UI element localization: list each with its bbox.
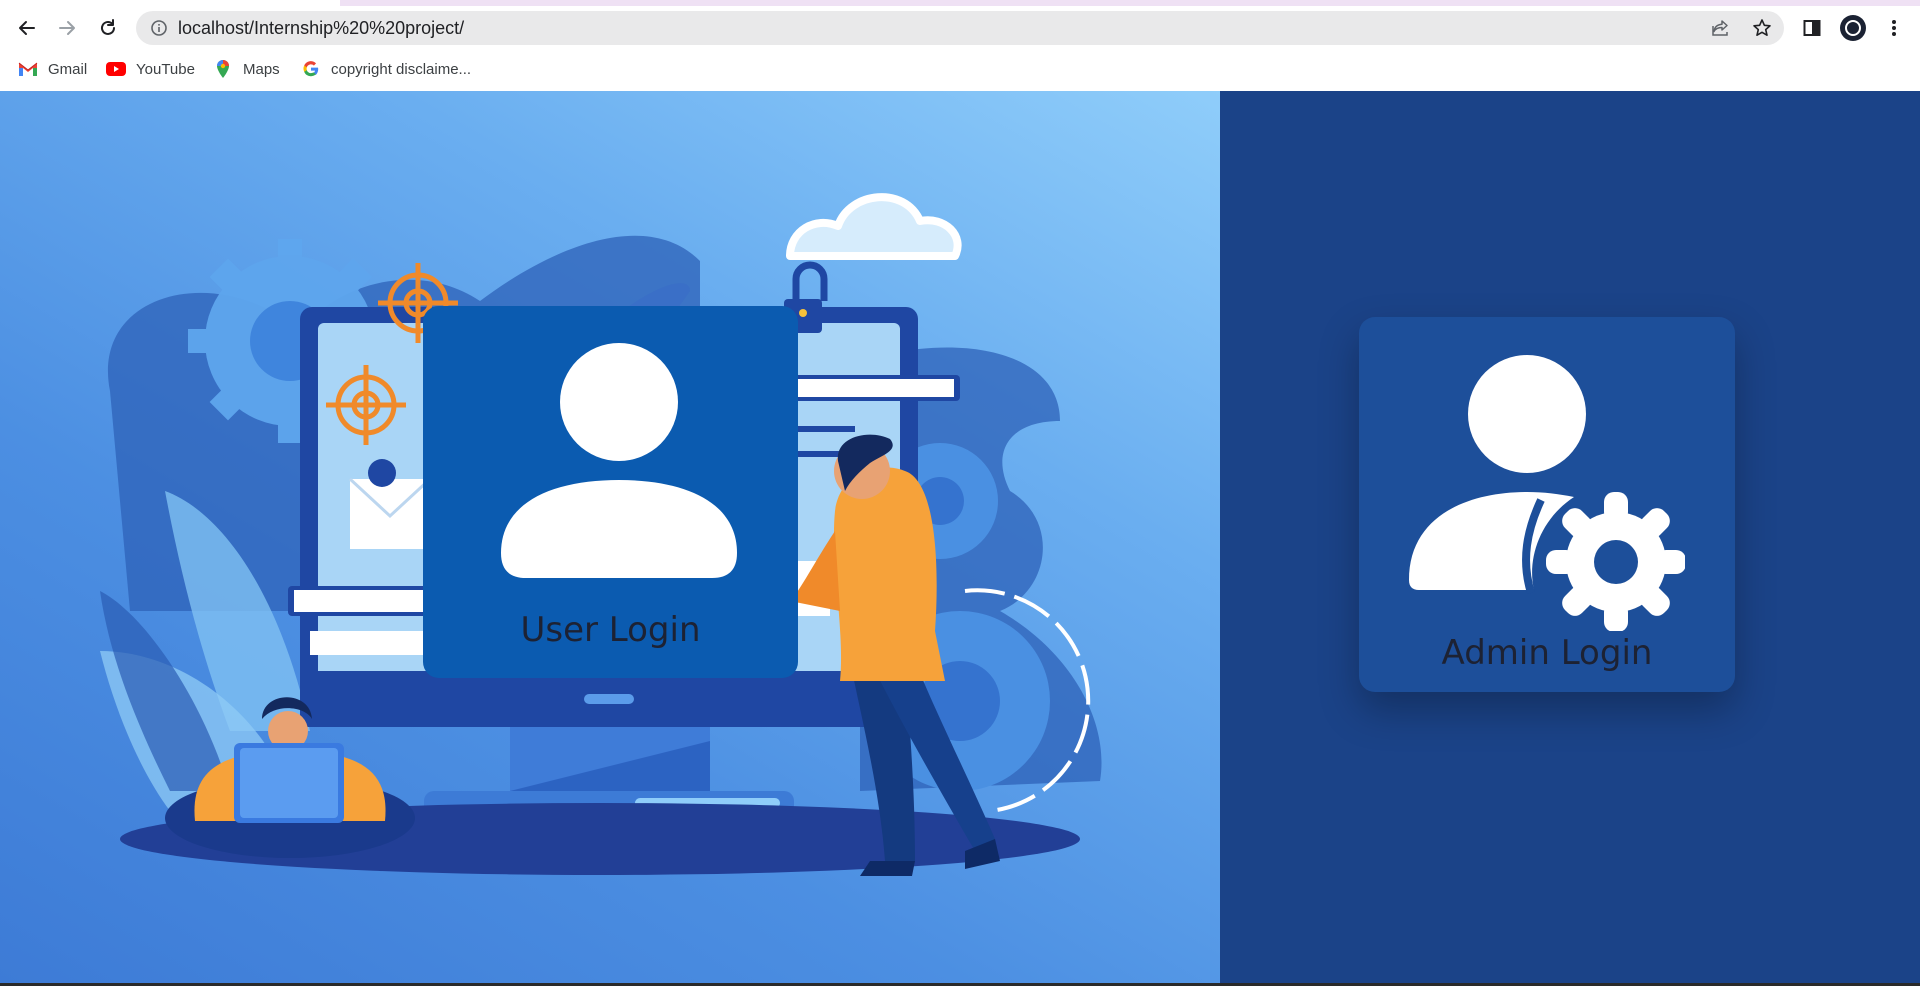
reload-icon (101, 19, 115, 35)
reload-button[interactable] (94, 14, 122, 42)
share-icon[interactable] (1710, 18, 1730, 38)
gmail-icon (18, 59, 38, 79)
side-panel-icon (1803, 20, 1821, 36)
back-arrow-icon (19, 21, 35, 35)
bookmark-star-icon[interactable] (1752, 18, 1772, 38)
bookmark-copyright[interactable]: copyright disclaime... (301, 58, 471, 80)
google-icon (301, 59, 321, 79)
more-vertical-icon (1892, 20, 1896, 36)
user-login-card[interactable]: User Login (423, 306, 798, 678)
address-bar[interactable]: localhost/Internship%20%20project/ (136, 11, 1784, 45)
admin-login-label: Admin Login (1441, 633, 1653, 673)
side-panel-button[interactable] (1798, 14, 1826, 42)
bookmark-maps[interactable]: Maps (213, 58, 280, 80)
url-text[interactable]: localhost/Internship%20%20project/ (178, 19, 464, 38)
forward-button[interactable] (53, 14, 81, 42)
user-gear-icon (1409, 355, 1685, 631)
hero-illustration-panel: User Login (0, 91, 1220, 983)
back-button[interactable] (13, 14, 41, 42)
menu-button[interactable] (1880, 14, 1908, 42)
bookmark-youtube[interactable]: YouTube (106, 58, 195, 80)
browser-toolbar: localhost/Internship%20%20project/ (0, 6, 1920, 50)
bookmark-label: Gmail (48, 60, 88, 78)
page-content: User Login Admin Login (0, 91, 1920, 983)
bookmark-label: YouTube (136, 60, 195, 78)
maps-icon (213, 59, 233, 79)
admin-login-card[interactable]: Admin Login (1359, 317, 1735, 692)
youtube-icon (106, 59, 126, 79)
info-icon[interactable] (150, 19, 168, 37)
avatar (1840, 15, 1866, 41)
bookmark-gmail[interactable]: Gmail (18, 58, 87, 80)
forward-arrow-icon (59, 21, 75, 35)
bookmarks-bar: Gmail YouTube Maps copyright disclaime..… (0, 50, 1920, 90)
bookmark-label: Maps (243, 60, 280, 78)
user-login-label: User Login (520, 610, 701, 650)
user-icon (501, 343, 737, 578)
bookmark-label: copyright disclaime... (331, 60, 472, 78)
profile-button[interactable] (1839, 14, 1867, 42)
